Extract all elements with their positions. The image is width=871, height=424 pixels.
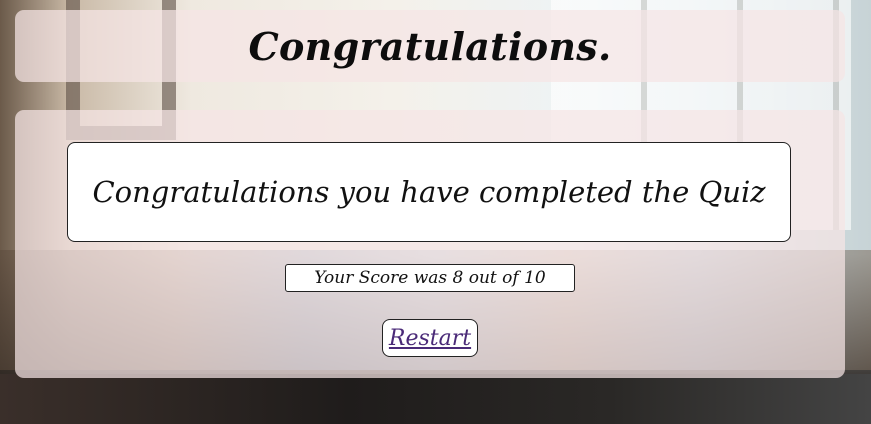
restart-link[interactable]: Restart — [389, 326, 471, 351]
header-panel: Congratulations. — [15, 10, 845, 82]
score-text: Your Score was 8 out of 10 — [314, 268, 546, 288]
restart-button[interactable]: Restart — [382, 319, 478, 357]
completion-message: Congratulations you have completed the Q… — [92, 175, 766, 209]
results-panel: Congratulations you have completed the Q… — [15, 110, 845, 378]
page-title: Congratulations. — [248, 23, 612, 69]
background-floor — [0, 374, 871, 424]
score-box: Your Score was 8 out of 10 — [285, 264, 575, 292]
completion-message-box: Congratulations you have completed the Q… — [67, 142, 791, 242]
